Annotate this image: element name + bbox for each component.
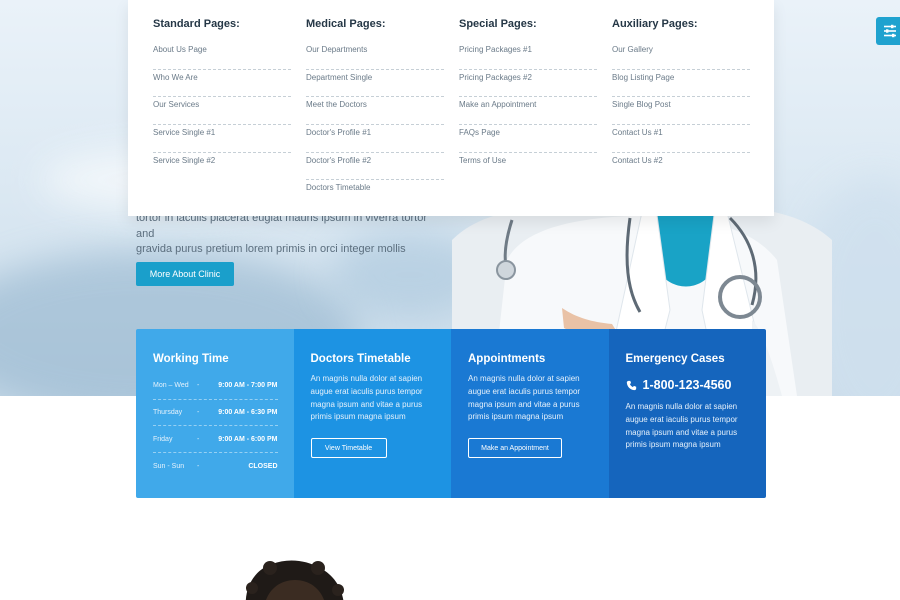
working-time-card: Working Time Mon – Wed - 9:00 AM - 7:00 … <box>136 329 294 498</box>
menu-column-title: Special Pages: <box>459 18 537 30</box>
card-title: Doctors Timetable <box>310 353 411 365</box>
menu-item-contact-us-1[interactable]: Contact Us #1 <box>612 125 750 153</box>
time-row: Sun - Sun - CLOSED <box>153 453 278 480</box>
menu-column-standard-pages: Standard Pages: About Us Page Who We Are… <box>153 17 291 180</box>
menu-column-title: Medical Pages: <box>306 18 386 30</box>
menu-item-doctors-profile-1[interactable]: Doctor's Profile #1 <box>306 125 444 153</box>
menu-item-single-blog-post[interactable]: Single Blog Post <box>612 97 750 126</box>
menu-item-meet-the-doctors[interactable]: Meet the Doctors <box>306 97 444 126</box>
time-hours: 9:00 AM - 7:00 PM <box>218 382 278 390</box>
time-day: Sun - Sun <box>153 462 185 470</box>
card-description: An magnis nulla dolor at sapien augue er… <box>468 374 581 422</box>
menu-item-doctors-timetable[interactable]: Doctors Timetable <box>306 180 444 208</box>
sliders-icon[interactable] <box>876 17 900 45</box>
info-panel: Working Time Mon – Wed - 9:00 AM - 7:00 … <box>136 329 766 498</box>
time-separator: - <box>197 462 200 470</box>
menu-item-pricing-packages-1[interactable]: Pricing Packages #1 <box>459 42 597 70</box>
appointments-card: Appointments An magnis nulla dolor at sa… <box>451 329 609 498</box>
menu-column-title: Auxiliary Pages: <box>612 18 698 30</box>
hero-description: tortor in iaculis placerat eugiat mauris… <box>136 211 436 258</box>
menu-column-auxiliary-pages: Auxiliary Pages: Our Gallery Blog Listin… <box>612 17 750 180</box>
hero-description-line: gravida purus pretium lorem primis in or… <box>136 243 406 255</box>
menu-column-title: Standard Pages: <box>153 18 240 30</box>
menu-item-department-single[interactable]: Department Single <box>306 70 444 98</box>
time-separator: - <box>197 382 200 390</box>
menu-item-our-departments[interactable]: Our Departments <box>306 42 444 70</box>
time-row: Friday - 9:00 AM - 6:00 PM <box>153 426 278 454</box>
menu-item-service-single-1[interactable]: Service Single #1 <box>153 125 291 153</box>
menu-item-service-single-2[interactable]: Service Single #2 <box>153 153 291 181</box>
phone-number: 1-800-123-4560 <box>642 378 732 392</box>
card-description: An magnis nulla dolor at sapien augue er… <box>310 374 423 422</box>
time-hours: 9:00 AM - 6:00 PM <box>218 435 278 443</box>
menu-item-faqs-page[interactable]: FAQs Page <box>459 125 597 153</box>
make-an-appointment-button[interactable]: Make an Appointment <box>468 438 562 459</box>
menu-item-pricing-packages-2[interactable]: Pricing Packages #2 <box>459 70 597 98</box>
menu-column-special-pages: Special Pages: Pricing Packages #1 Prici… <box>459 17 597 180</box>
menu-item-make-an-appointment[interactable]: Make an Appointment <box>459 97 597 126</box>
time-day: Friday <box>153 435 173 443</box>
menu-item-our-gallery[interactable]: Our Gallery <box>612 42 750 70</box>
mega-menu-dropdown: Standard Pages: About Us Page Who We Are… <box>128 0 774 216</box>
menu-item-about-us-page[interactable]: About Us Page <box>153 42 291 70</box>
menu-column-medical-pages: Medical Pages: Our Departments Departmen… <box>306 17 444 208</box>
time-row: Thursday - 9:00 AM - 6:30 PM <box>153 400 278 427</box>
card-title: Appointments <box>468 353 546 365</box>
doctors-timetable-card: Doctors Timetable An magnis nulla dolor … <box>293 329 451 498</box>
time-row: Mon – Wed - 9:00 AM - 7:00 PM <box>153 373 278 400</box>
menu-item-who-we-are[interactable]: Who We Are <box>153 70 291 98</box>
menu-item-our-services[interactable]: Our Services <box>153 97 291 126</box>
time-hours: CLOSED <box>248 462 278 470</box>
emergency-phone[interactable]: 1-800-123-4560 <box>626 375 751 395</box>
time-separator: - <box>197 435 200 443</box>
card-title: Working Time <box>153 353 229 365</box>
time-day: Mon – Wed <box>153 382 189 390</box>
doctor-avatar-image <box>245 560 344 600</box>
menu-item-contact-us-2[interactable]: Contact Us #2 <box>612 153 750 181</box>
menu-item-terms-of-use[interactable]: Terms of Use <box>459 153 597 181</box>
emergency-cases-card: Emergency Cases 1-800-123-4560 An magnis… <box>608 329 766 498</box>
time-day: Thursday <box>153 409 183 417</box>
phone-icon <box>626 380 636 390</box>
view-timetable-button[interactable]: View Timetable <box>310 438 387 459</box>
menu-item-doctors-profile-2[interactable]: Doctor's Profile #2 <box>306 153 444 181</box>
card-description: An magnis nulla dolor at sapien augue er… <box>625 402 738 450</box>
page: tortor in iaculis placerat eugiat mauris… <box>0 0 900 600</box>
time-separator: - <box>197 409 200 417</box>
card-title: Emergency Cases <box>625 353 725 365</box>
more-about-clinic-button[interactable]: More About Clinic <box>136 262 234 286</box>
time-hours: 9:00 AM - 6:30 PM <box>218 409 278 417</box>
menu-item-blog-listing-page[interactable]: Blog Listing Page <box>612 70 750 98</box>
